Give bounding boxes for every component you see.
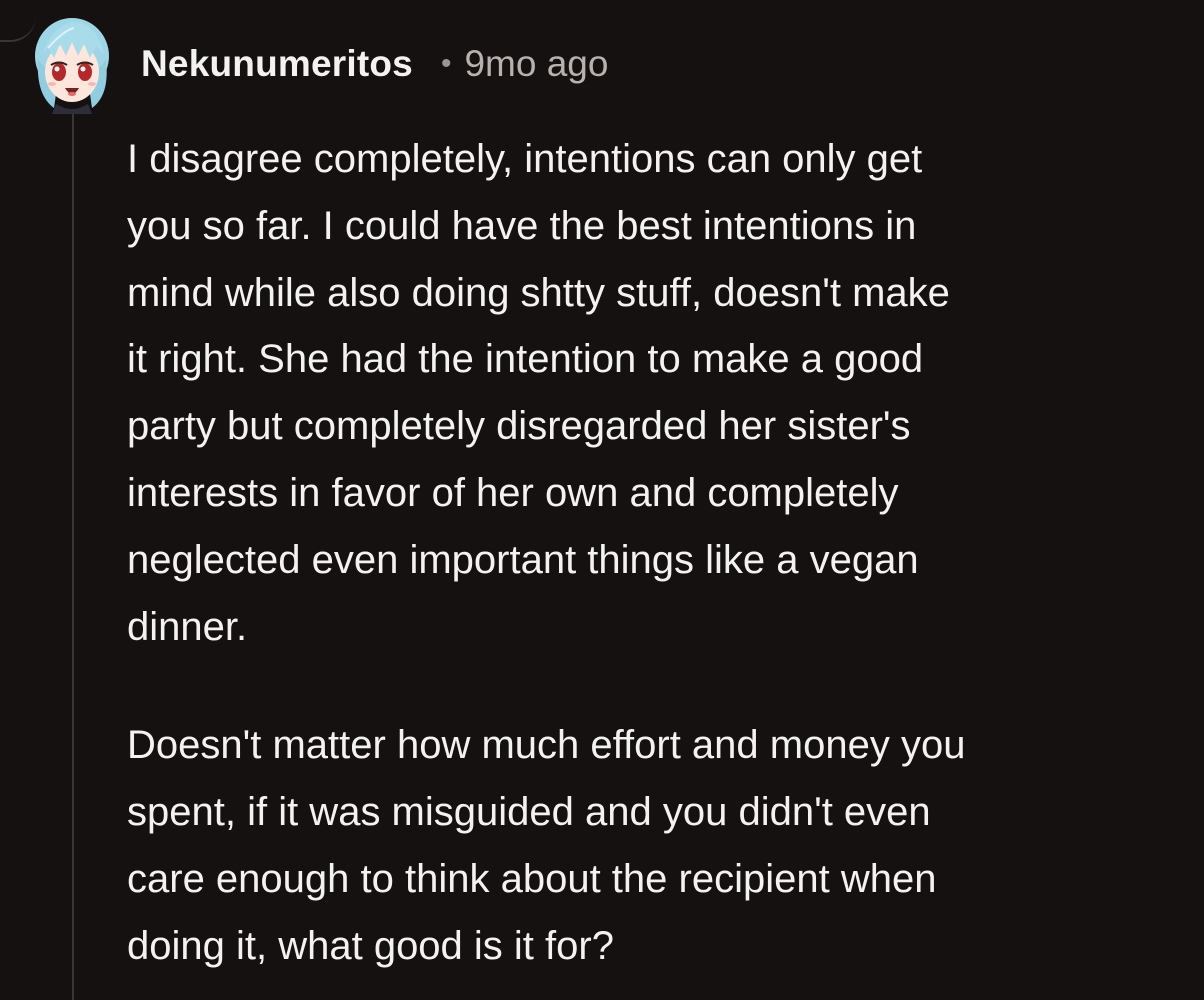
text-line: mind while also doing shtty stuff, doesn… bbox=[127, 270, 950, 315]
text-line: dinner. bbox=[127, 604, 248, 649]
avatar[interactable] bbox=[34, 10, 112, 114]
text-line: interests in favor of her own and comple… bbox=[127, 470, 899, 515]
text-line: care enough to think about the recipient… bbox=[127, 856, 937, 901]
thread-line[interactable] bbox=[72, 112, 74, 1000]
text-line: it right. She had the intention to make … bbox=[127, 337, 924, 382]
text-line: party but completely disregarded her sis… bbox=[127, 404, 911, 449]
thread-connector bbox=[0, 0, 36, 42]
anime-girl-avatar-icon bbox=[35, 18, 109, 114]
comment-author[interactable]: Nekunumeritos bbox=[141, 43, 413, 85]
comment-paragraph: I disagree completely, intentions can on… bbox=[127, 126, 1187, 660]
text-line: spent, if it was misguided and you didn'… bbox=[127, 790, 931, 835]
comment-timestamp[interactable]: 9mo ago bbox=[464, 43, 608, 85]
comment-header: Nekunumeritos • 9mo ago bbox=[141, 40, 608, 88]
text-line: doing it, what good is it for? bbox=[127, 923, 614, 968]
text-line: neglected even important things like a v… bbox=[127, 537, 919, 582]
text-line: I disagree completely, intentions can on… bbox=[127, 137, 923, 181]
comment-paragraph: Doesn't matter how much effort and money… bbox=[127, 712, 1187, 979]
text-line: Doesn't matter how much effort and money… bbox=[127, 723, 966, 768]
text-line: you so far. I could have the best intent… bbox=[127, 203, 917, 248]
meta-separator: • bbox=[440, 47, 452, 80]
comment-body: I disagree completely, intentions can on… bbox=[127, 126, 1187, 980]
